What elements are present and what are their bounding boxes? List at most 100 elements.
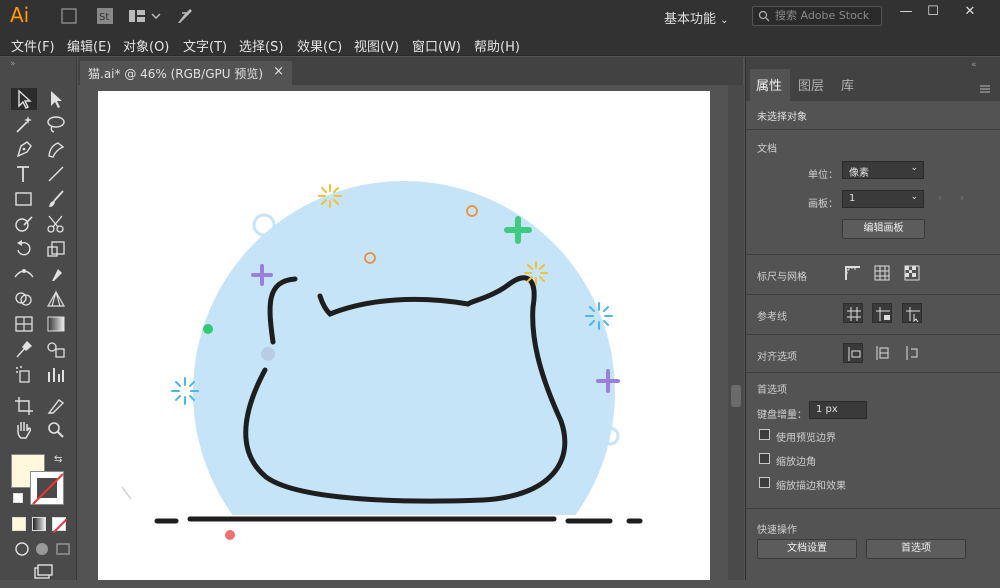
transparency-grid-icon[interactable] (902, 263, 922, 283)
blend-tool-icon[interactable] (44, 338, 68, 360)
smart-guides-icon[interactable] (902, 303, 922, 323)
arrange-documents-icon[interactable] (128, 7, 164, 25)
eyedropper-tool-icon[interactable] (12, 338, 36, 360)
minimize-button[interactable]: — (896, 4, 916, 24)
keyboard-increment-label: 键盘增量： (757, 410, 807, 421)
menu-file[interactable]: 文件(F) (11, 36, 55, 55)
rotate-tool-icon[interactable] (12, 238, 36, 260)
menu-window[interactable]: 窗口(W) (412, 36, 461, 55)
pen-tool-icon[interactable] (12, 138, 36, 160)
mesh-tool-icon[interactable] (12, 313, 36, 335)
tab-properties[interactable]: 属性 (756, 75, 782, 94)
scale-strokes-effects-checkbox[interactable] (759, 477, 770, 488)
vertical-scrollbar[interactable] (728, 85, 744, 580)
scale-corners-checkbox[interactable] (759, 453, 770, 464)
collapse-toolbar-icon[interactable]: » (10, 59, 16, 69)
stroke-color-swatch[interactable] (30, 471, 64, 505)
menu-type[interactable]: 文字(T) (183, 36, 227, 55)
tab-libraries[interactable]: 库 (841, 75, 854, 94)
scissors-tool-icon[interactable] (44, 213, 68, 235)
deco-dot-red[interactable] (225, 530, 235, 540)
panel-menu-icon[interactable] (979, 79, 991, 93)
curvature-tool-icon[interactable] (44, 138, 68, 160)
zoom-tool-icon[interactable] (44, 419, 68, 441)
gradient-tool-icon[interactable] (44, 313, 68, 335)
stock-icon[interactable]: St (96, 7, 114, 25)
edit-artboard-button[interactable]: 编辑画板 (842, 219, 925, 239)
deco-sparkle-blue-left[interactable] (171, 377, 199, 405)
cat-illustration[interactable] (98, 91, 710, 580)
document-settings-button[interactable]: 文档设置 (757, 539, 857, 559)
keyboard-increment-input[interactable]: 1 px (809, 401, 867, 419)
artboard-dropdown[interactable]: 1 ⌄ (842, 190, 924, 208)
artboard[interactable] (98, 91, 710, 580)
rulers-icon[interactable] (843, 263, 863, 283)
workspace-switcher[interactable]: 基本功能 ⌄ (664, 8, 729, 27)
none-mode-icon[interactable] (52, 517, 68, 534)
deco-dot-green[interactable] (203, 324, 213, 334)
symbol-sprayer-tool-icon[interactable] (12, 363, 36, 385)
color-mode-icon[interactable] (12, 517, 26, 531)
direct-selection-tool-icon[interactable] (44, 88, 68, 110)
shaper-tool-icon[interactable] (12, 213, 36, 235)
shape-builder-tool-icon[interactable] (12, 288, 36, 310)
lock-guides-icon[interactable] (872, 303, 892, 323)
selection-tool-icon[interactable] (12, 88, 36, 110)
gpu-performance-icon[interactable] (176, 7, 194, 25)
bridge-icon[interactable] (60, 7, 78, 25)
menu-view[interactable]: 视图(V) (354, 36, 399, 55)
previous-artboard-icon[interactable]: ‹ (938, 193, 942, 204)
gradient-mode-icon[interactable] (32, 517, 46, 531)
snap-to-point-icon[interactable] (843, 343, 863, 363)
draw-inside-icon[interactable] (52, 538, 76, 560)
properties-panel: « 属性 图层 库 未选择对象 文档 单位： 像素 ⌄ 画板： 1 ⌄ ‹ › … (745, 57, 1000, 580)
default-colors-icon[interactable] (13, 493, 23, 503)
scrollbar-thumb[interactable] (731, 385, 741, 407)
rulers-grid-section: 标尺与网格 (746, 254, 1000, 294)
collapse-panel-icon[interactable]: « (971, 60, 977, 70)
screen-mode-icon[interactable] (30, 562, 54, 584)
canvas-area[interactable] (78, 85, 728, 580)
hand-tool-icon[interactable] (12, 419, 36, 441)
column-graph-tool-icon[interactable] (44, 363, 68, 385)
type-tool-icon[interactable] (12, 163, 36, 185)
maximize-button[interactable]: ☐ (923, 4, 943, 24)
deco-stroke-grey[interactable] (121, 486, 132, 500)
close-document-icon[interactable]: × (273, 64, 284, 79)
artboard-tool-icon[interactable] (12, 394, 36, 416)
deco-dot-grey[interactable] (261, 347, 275, 361)
menu-effect[interactable]: 效果(C) (297, 36, 342, 55)
slice-tool-icon[interactable] (44, 394, 68, 416)
no-selection-label: 未选择对象 (757, 112, 807, 123)
menu-edit[interactable]: 编辑(E) (67, 36, 111, 55)
grid-icon[interactable] (872, 263, 892, 283)
snap-to-pixel-icon[interactable] (872, 343, 892, 363)
deco-ring-top-left[interactable] (252, 213, 276, 237)
stock-search-input[interactable]: 搜索 Adobe Stock (752, 6, 882, 26)
lasso-tool-icon[interactable] (44, 113, 68, 135)
preferences-button[interactable]: 首选项 (866, 539, 966, 559)
menu-select[interactable]: 选择(S) (239, 36, 283, 55)
search-placeholder: 搜索 Adobe Stock (775, 9, 870, 22)
units-dropdown[interactable]: 像素 ⌄ (842, 161, 924, 179)
paintbrush-tool-icon[interactable] (44, 188, 68, 210)
menu-help[interactable]: 帮助(H) (474, 36, 520, 55)
close-button[interactable]: ✕ (960, 4, 980, 24)
scale-strokes-effects-label: 缩放描边和效果 (776, 481, 846, 492)
swap-colors-icon[interactable]: ⇆ (54, 454, 62, 465)
deco-sparkle-light[interactable] (387, 192, 405, 206)
use-preview-bounds-checkbox[interactable] (759, 429, 770, 440)
magic-wand-tool-icon[interactable] (12, 113, 36, 135)
line-segment-tool-icon[interactable] (44, 163, 68, 185)
show-guides-icon[interactable] (843, 303, 863, 323)
puppet-warp-tool-icon[interactable] (44, 263, 68, 285)
menu-object[interactable]: 对象(O) (123, 36, 169, 55)
scale-tool-icon[interactable] (44, 238, 68, 260)
snap-to-glyph-icon[interactable] (902, 343, 922, 363)
perspective-grid-tool-icon[interactable] (44, 288, 68, 310)
rectangle-tool-icon[interactable] (12, 188, 36, 210)
tab-layers[interactable]: 图层 (798, 75, 824, 94)
next-artboard-icon[interactable]: › (960, 193, 964, 204)
width-tool-icon[interactable] (12, 263, 36, 285)
document-tab[interactable]: 猫.ai* @ 46% (RGB/GPU 预览) × (80, 61, 292, 85)
